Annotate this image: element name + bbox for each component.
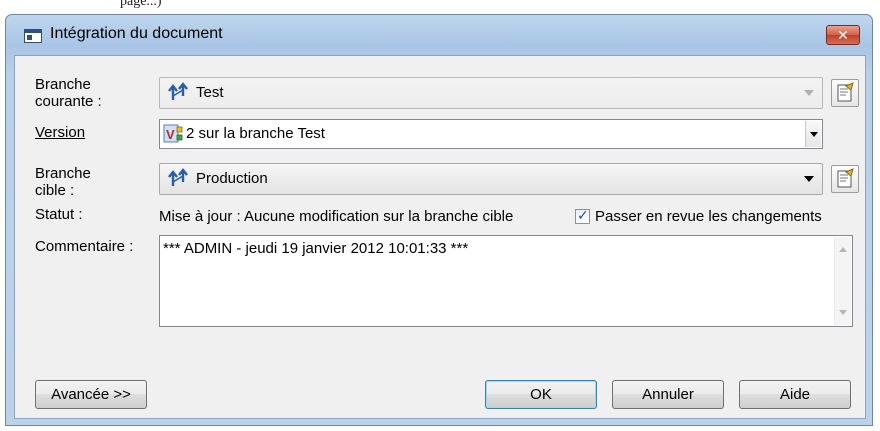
version-combo[interactable]: V 2 sur la branche Test bbox=[159, 119, 823, 149]
window-icon bbox=[24, 29, 42, 43]
close-icon: ✕ bbox=[837, 27, 849, 43]
dialog-content: Branche courante : Test Version V 2 sur … bbox=[14, 55, 866, 419]
ok-button[interactable]: OK bbox=[485, 380, 597, 409]
scroll-down-icon[interactable] bbox=[839, 310, 847, 315]
branche-courante-value: Test bbox=[196, 84, 224, 101]
statut-value: Mise à jour : Aucune modification sur la… bbox=[159, 208, 514, 225]
version-value: 2 sur la branche Test bbox=[186, 125, 325, 142]
properties-icon bbox=[837, 82, 854, 102]
branche-cible-combo[interactable]: Production bbox=[159, 163, 823, 195]
review-changes-label[interactable]: Passer en revue les changements bbox=[595, 208, 822, 225]
branche-cible-value: Production bbox=[196, 170, 268, 187]
help-button[interactable]: Aide bbox=[739, 380, 851, 409]
branche-courante-properties-button[interactable] bbox=[831, 79, 859, 107]
chevron-down-icon bbox=[804, 176, 814, 182]
version-icon: V bbox=[163, 124, 183, 143]
statut-label: Statut : bbox=[35, 206, 83, 223]
review-changes-checkbox[interactable]: ✓ bbox=[575, 207, 590, 224]
chevron-down-icon bbox=[804, 90, 814, 96]
commentaire-scrollbar[interactable] bbox=[834, 237, 851, 325]
branche-courante-label: Branche courante : bbox=[35, 76, 102, 110]
background-text-fragment: page...) bbox=[120, 0, 162, 9]
commentaire-value: *** ADMIN - jeudi 19 janvier 2012 10:01:… bbox=[163, 240, 469, 257]
dialog-window: Intégration du document ✕ Branche couran… bbox=[5, 14, 873, 426]
title-bar[interactable]: Intégration du document ✕ bbox=[6, 15, 872, 55]
branch-icon bbox=[168, 168, 188, 186]
checkmark-icon: ✓ bbox=[577, 207, 589, 223]
branch-icon bbox=[168, 82, 188, 100]
background-page: page...) bbox=[0, 0, 880, 14]
branche-cible-properties-button[interactable] bbox=[831, 165, 859, 193]
version-label: Version bbox=[35, 124, 86, 141]
svg-text:V: V bbox=[166, 127, 175, 142]
scroll-up-icon[interactable] bbox=[839, 247, 847, 252]
advanced-button[interactable]: Avancée >> bbox=[35, 380, 147, 409]
close-button[interactable]: ✕ bbox=[826, 25, 860, 45]
branche-cible-label: Branche cible : bbox=[35, 165, 91, 199]
properties-icon bbox=[837, 168, 854, 188]
commentaire-textarea[interactable]: *** ADMIN - jeudi 19 janvier 2012 10:01:… bbox=[159, 235, 853, 327]
commentaire-label: Commentaire : bbox=[35, 238, 134, 255]
cancel-button[interactable]: Annuler bbox=[612, 380, 724, 409]
version-dropdown-button[interactable] bbox=[805, 121, 821, 147]
window-title: Intégration du document bbox=[50, 25, 223, 42]
branche-courante-combo[interactable]: Test bbox=[159, 77, 823, 109]
